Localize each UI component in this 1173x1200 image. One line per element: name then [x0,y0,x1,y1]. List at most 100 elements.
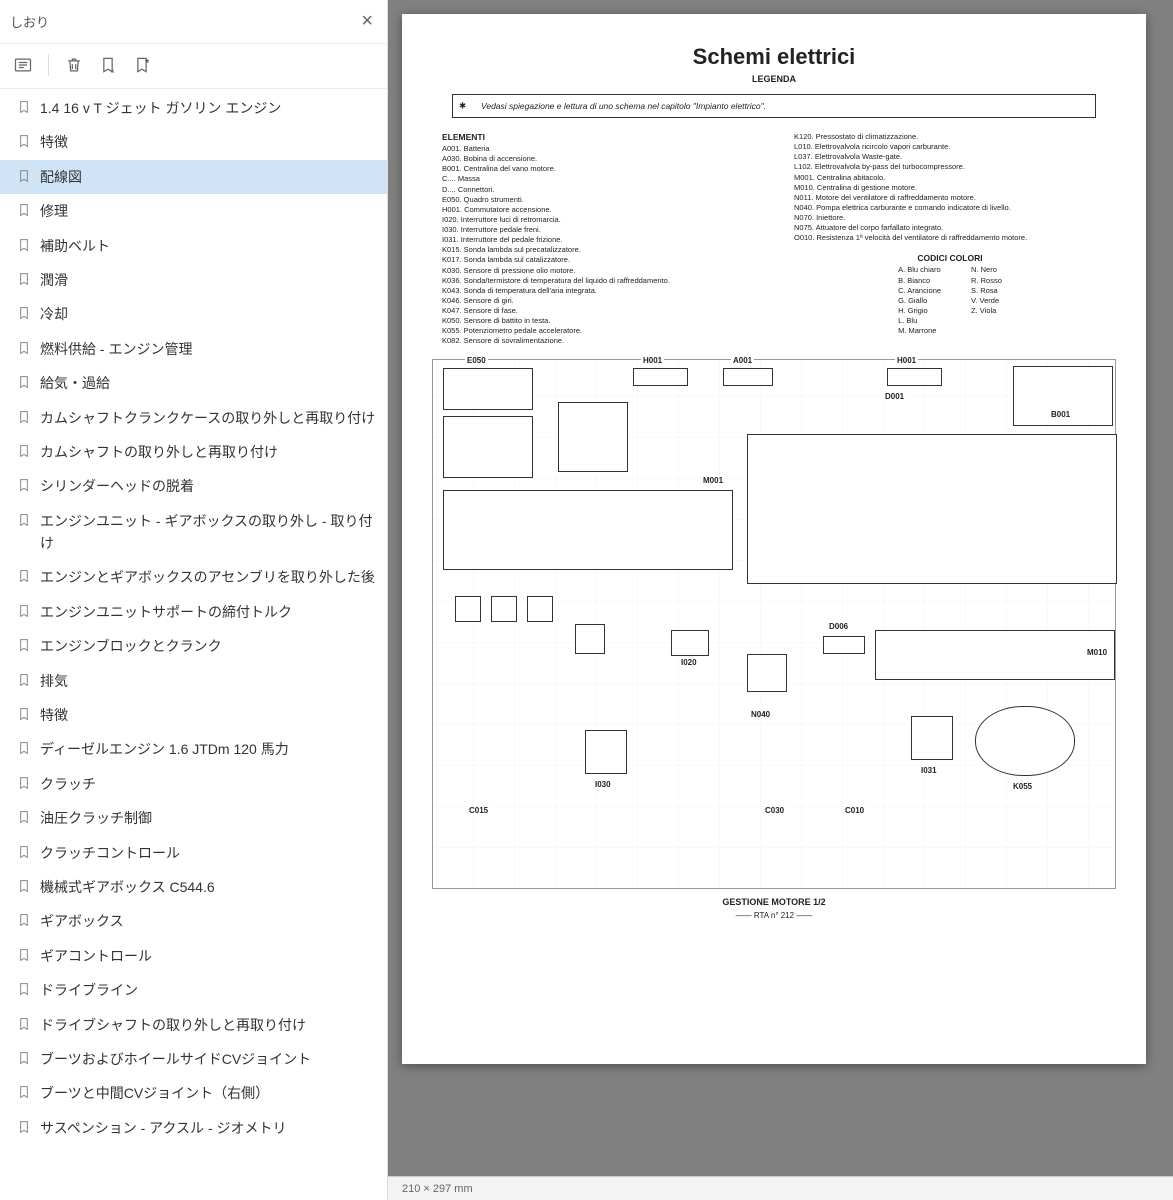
elementi-right: K120. Pressostato di climatizzazione.L01… [794,132,1106,243]
bookmark-icon [16,477,32,493]
diagram-label: D006 [827,622,850,631]
bookmark-item[interactable]: 給気・過給 [0,366,387,400]
bookmark-item[interactable]: ドライブライン [0,973,387,1007]
bookmark-label: 特徴 [40,704,377,726]
bookmark-item[interactable]: シリンダーヘッドの脱着 [0,469,387,503]
bookmark-item[interactable]: エンジンとギアボックスのアセンブリを取り外した後 [0,560,387,594]
sidebar-toolbar [0,44,387,89]
legend-title: LEGENDA [432,74,1116,84]
bookmark-item[interactable]: ギアボックス [0,904,387,938]
status-bar: 210 × 297 mm [388,1176,1173,1200]
bookmark-label: エンジンブロックとクランク [40,635,377,657]
page-dimensions: 210 × 297 mm [402,1183,473,1195]
bookmark-item[interactable]: サスペンション - アクスル - ジオメトリ [0,1111,387,1145]
diagram-label: C010 [843,806,866,815]
bookmark-label: 補助ベルト [40,235,377,257]
bookmark-icon [16,168,32,184]
diagram-label: M001 [701,476,725,485]
diagram-box [723,368,773,386]
bookmark-label: 油圧クラッチ制御 [40,807,377,829]
diagram-box [585,730,627,774]
bookmark-icon [16,672,32,688]
diagram-footer: —— RTA n° 212 —— [432,911,1116,920]
bookmark-icon [16,1084,32,1100]
bookmarks-list[interactable]: 1.4 16 v T ジェット ガソリン エンジン特徴配線図修理補助ベルト潤滑冷… [0,89,387,1200]
bookmark-label: サスペンション - アクスル - ジオメトリ [40,1117,377,1139]
bookmark-item[interactable]: ドライブシャフトの取り外しと再取り付け [0,1008,387,1042]
bookmark-item[interactable]: エンジンブロックとクランク [0,629,387,663]
diagram-box [633,368,688,386]
bookmark-item[interactable]: 油圧クラッチ制御 [0,801,387,835]
bookmark-label: ディーゼルエンジン 1.6 JTDm 120 馬力 [40,738,377,760]
k055-block [975,706,1075,776]
bookmark-item[interactable]: ブーツと中間CVジョイント（右側） [0,1076,387,1110]
colors-left: A. Blu chiaroB. BiancoC. ArancioneG. Gia… [898,265,941,336]
legend-note-box: Vedasi spiegazione e lettura di uno sche… [452,94,1096,118]
list-view-icon[interactable] [10,52,36,78]
bookmark-item[interactable]: ブーツおよびホイールサイドCVジョイント [0,1042,387,1076]
bookmark-icon [16,237,32,253]
bookmark-icon [16,603,32,619]
elementi-left: A001. BatteriaA030. Bobina di accensione… [442,144,754,347]
sidebar-header: しおり × [0,0,387,44]
bookmark-label: ギアボックス [40,910,377,932]
bookmark-label: 給気・過給 [40,372,377,394]
bookmark-icon [16,775,32,791]
diagram-label: B001 [1049,410,1072,419]
bookmark-item[interactable]: エンジンユニット - ギアボックスの取り外し - 取り付け [0,504,387,561]
page-title: Schemi elettrici [432,44,1116,70]
diagram-label: M010 [1085,648,1109,657]
diagram-box [527,596,553,622]
bookmark-item[interactable]: 排気 [0,664,387,698]
bookmark-icon [16,740,32,756]
document-viewer[interactable]: Schemi elettrici LEGENDA Vedasi spiegazi… [388,0,1173,1200]
bookmark-item[interactable]: 潤滑 [0,263,387,297]
bookmark-item[interactable]: 燃料供給 - エンジン管理 [0,332,387,366]
diagram-label: D001 [883,392,906,401]
bookmark-item[interactable]: カムシャフトの取り外しと再取り付け [0,435,387,469]
bookmark-add-icon[interactable] [95,52,121,78]
bookmark-star-icon[interactable] [129,52,155,78]
bookmark-icon [16,443,32,459]
bookmark-icon [16,374,32,390]
bookmark-icon [16,568,32,584]
diagram-label: I031 [919,766,939,775]
close-icon[interactable]: × [357,6,377,37]
bookmark-icon [16,1016,32,1032]
bookmark-item[interactable]: 修理 [0,194,387,228]
delete-icon[interactable] [61,52,87,78]
bookmark-label: クラッチ [40,773,377,795]
diagram-label: H001 [641,356,664,365]
bookmark-icon [16,1119,32,1135]
bookmark-item[interactable]: 特徴 [0,698,387,732]
bookmark-item[interactable]: ギアコントロール [0,939,387,973]
diagram-box [575,624,605,654]
bookmark-item[interactable]: クラッチ [0,767,387,801]
bookmark-icon [16,271,32,287]
bookmark-item[interactable]: 冷却 [0,297,387,331]
bookmark-item[interactable]: エンジンユニットサポートの締付トルク [0,595,387,629]
bookmark-item[interactable]: ディーゼルエンジン 1.6 JTDm 120 馬力 [0,732,387,766]
bookmark-label: 特徴 [40,131,377,153]
diagram-label: C030 [763,806,786,815]
bookmark-item[interactable]: 配線図 [0,160,387,194]
bookmark-icon [16,1050,32,1066]
m010-block [875,630,1115,680]
diagram-box [911,716,953,760]
bookmark-label: 配線図 [40,166,377,188]
bookmark-item[interactable]: クラッチコントロール [0,836,387,870]
bookmark-icon [16,878,32,894]
bookmark-item[interactable]: カムシャフトクランクケースの取り外しと再取り付け [0,401,387,435]
elementi-heading: ELEMENTI [442,132,754,142]
bookmark-label: エンジンユニット - ギアボックスの取り外し - 取り付け [40,510,377,555]
bookmark-item[interactable]: 特徴 [0,125,387,159]
diagram-caption: GESTIONE MOTORE 1/2 [432,897,1116,907]
bookmark-icon [16,809,32,825]
bookmark-item[interactable]: 1.4 16 v T ジェット ガソリン エンジン [0,91,387,125]
bookmark-label: エンジンユニットサポートの締付トルク [40,601,377,623]
bookmark-item[interactable]: 機械式ギアボックス C544.6 [0,870,387,904]
bookmark-label: 1.4 16 v T ジェット ガソリン エンジン [40,97,377,119]
diagram-label: E050 [465,356,488,365]
bookmark-item[interactable]: 補助ベルト [0,229,387,263]
bookmark-label: 燃料供給 - エンジン管理 [40,338,377,360]
